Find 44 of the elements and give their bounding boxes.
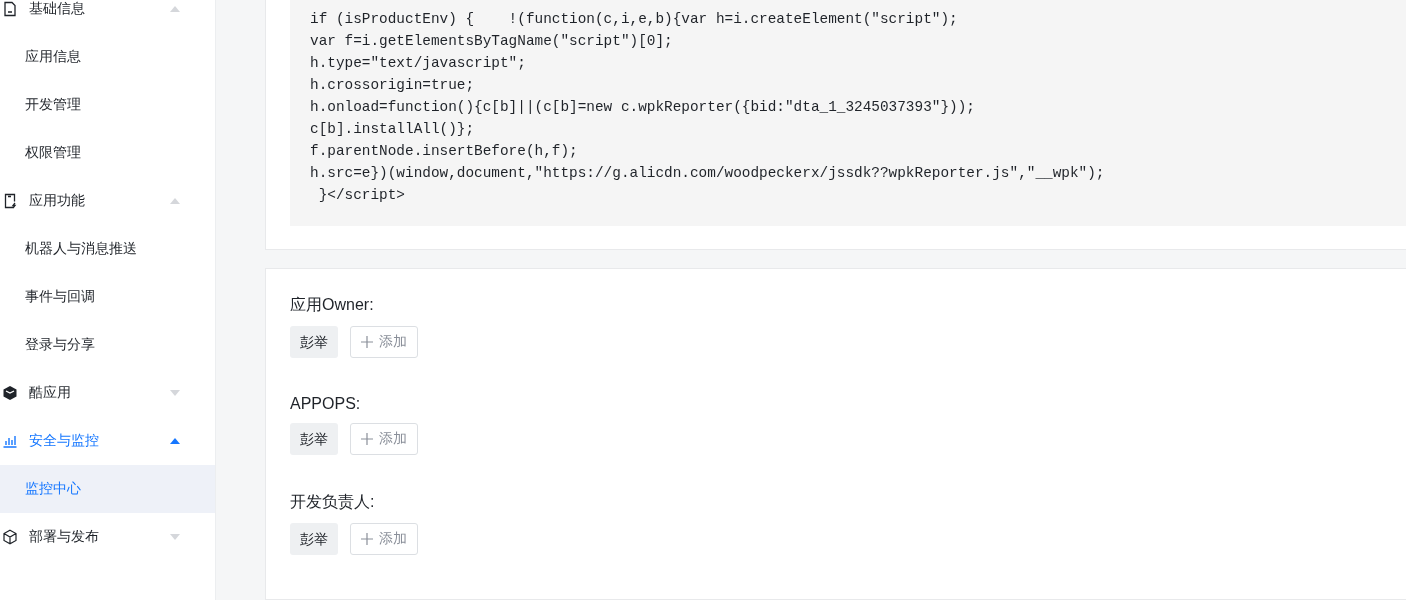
code-line: c[b].installAll()}; <box>310 120 476 139</box>
code-line: h.type="text/javascript"; <box>310 54 527 73</box>
plus-icon <box>361 336 373 348</box>
caret-icon <box>170 534 180 540</box>
code-line: h.crossorigin=true; <box>310 76 476 95</box>
code-line: var f=i.getElementsByTagName("script")[0]; <box>310 32 674 51</box>
member-tag: 彭举 <box>290 423 338 455</box>
plus-icon <box>361 433 373 445</box>
sidebar-item[interactable]: 开发管理 <box>0 81 215 129</box>
field-label: 开发负责人: <box>290 492 376 512</box>
sidebar-item[interactable]: 应用信息 <box>0 33 215 81</box>
sidebar-item[interactable]: 机器人与消息推送 <box>0 225 215 273</box>
cube-icon <box>2 529 18 545</box>
code-line: if (isProductEnv) { !(function(c,i,e,b){var h=i.createElement("script"); <box>310 10 959 29</box>
code-line: }</script> <box>317 186 406 205</box>
code-line: h.src=e})(window,document,"https://g.alicdn.com/woodpeckerx/jssdk??wpkReporter.js","__wpk"); <box>310 164 1106 183</box>
caret-icon <box>170 390 180 396</box>
code-line: f.parentNode.insertBefore(h,f); <box>310 142 579 161</box>
sidebar-item[interactable]: 登录与分享 <box>0 321 215 369</box>
bar-chart-icon <box>2 433 18 449</box>
caret-icon <box>170 438 180 444</box>
sidebar-group-label: 酷应用 <box>29 384 72 402</box>
sidebar-group[interactable]: 安全与监控 <box>0 417 215 465</box>
field-label: 应用Owner: <box>290 295 375 315</box>
sidebar-group[interactable]: 部署与发布 <box>0 513 215 561</box>
member-tag: 彭举 <box>290 326 338 358</box>
caret-icon <box>170 6 180 12</box>
code-line: h.onload=function(){c[b]||(c[b]=new c.wpkReporter({bid:"dta_1_3245037393"})); <box>310 98 976 117</box>
plus-icon <box>361 533 373 545</box>
sidebar-group-label: 部署与发布 <box>29 528 100 546</box>
sidebar-group[interactable]: 酷应用 <box>0 369 215 417</box>
field-label: APPOPS: <box>290 395 362 413</box>
document-icon <box>2 1 18 17</box>
caret-icon <box>170 198 180 204</box>
sidebar-item[interactable]: 权限管理 <box>0 129 215 177</box>
sidebar-group[interactable]: 应用功能 <box>0 177 215 225</box>
sidebar-item[interactable]: 监控中心 <box>0 465 215 513</box>
sidebar-group[interactable]: 基础信息 <box>0 0 215 33</box>
phone-icon <box>2 193 18 209</box>
sidebar-group-label: 基础信息 <box>29 0 86 18</box>
sidebar-group-label: 应用功能 <box>29 192 86 210</box>
sidebar-group-label: 安全与监控 <box>29 432 100 450</box>
member-tag: 彭举 <box>290 523 338 555</box>
sidebar-item[interactable]: 事件与回调 <box>0 273 215 321</box>
